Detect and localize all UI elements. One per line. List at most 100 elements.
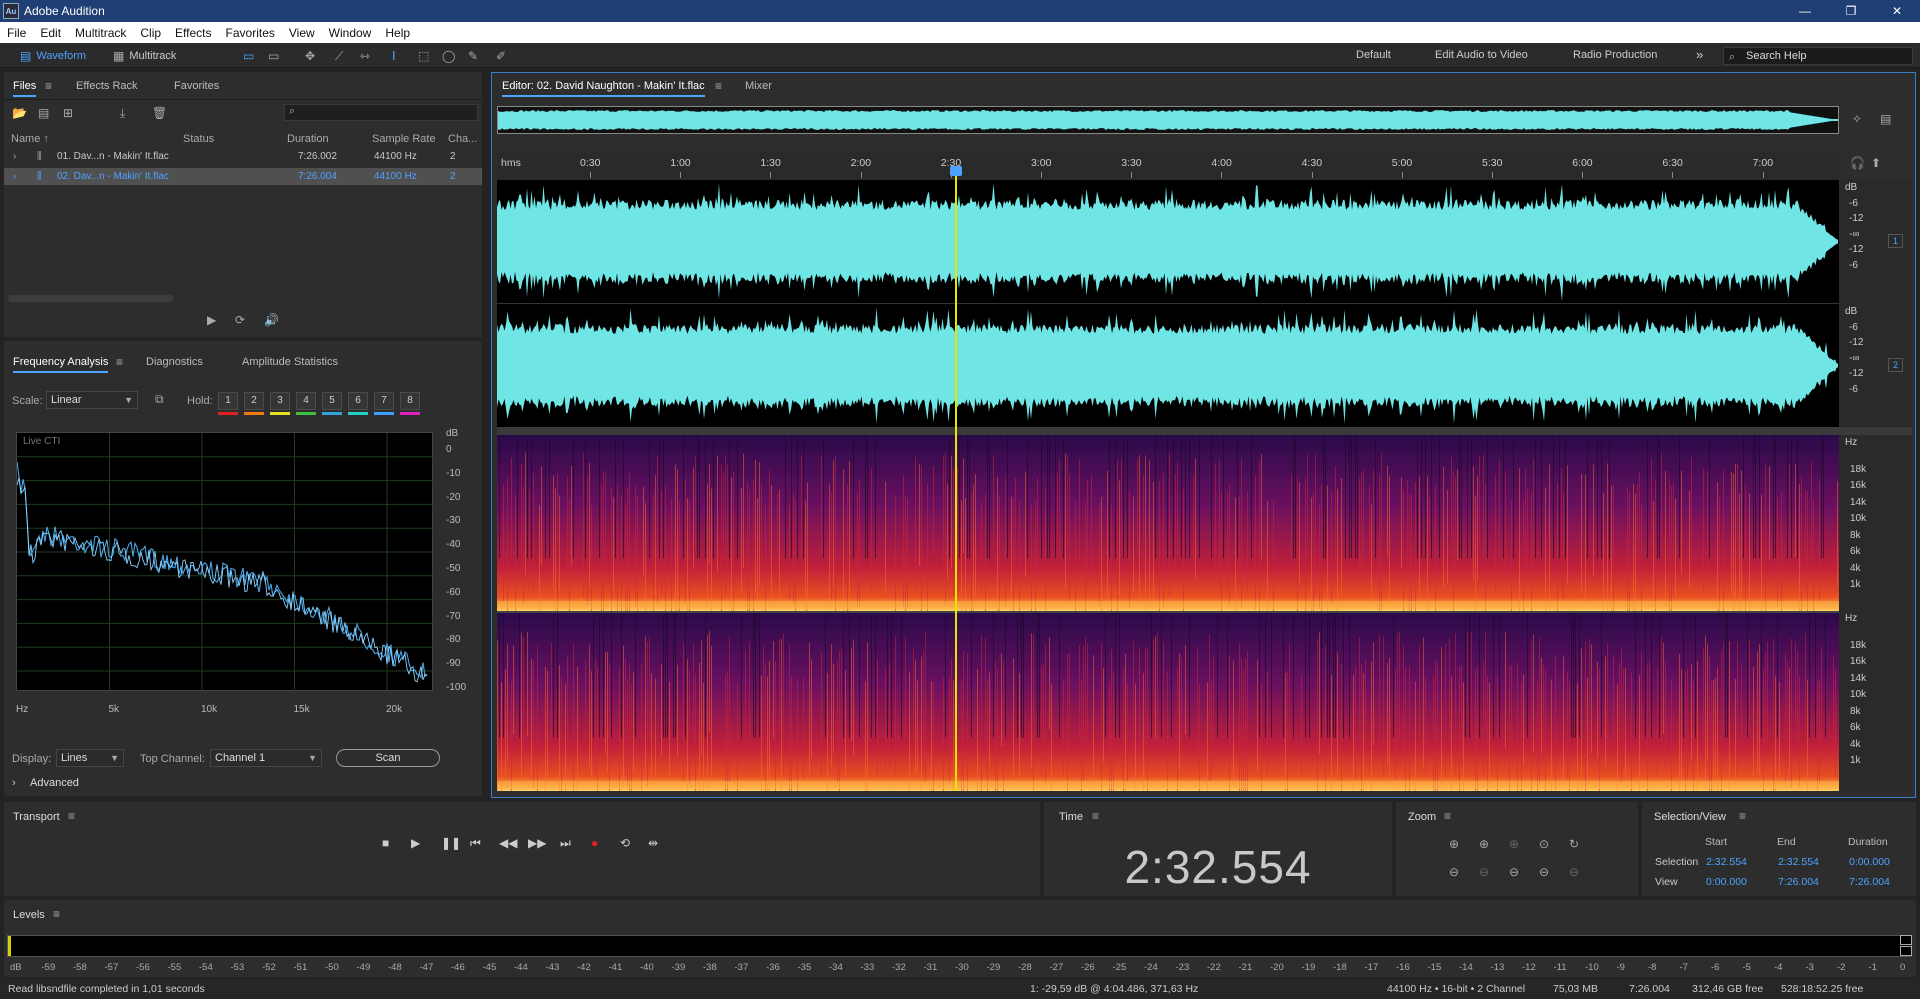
open-append-icon[interactable]: ▤ [38,107,49,119]
playhead-handle[interactable] [950,166,962,176]
selection-duration[interactable]: 0:00.000 [1849,856,1890,868]
play-icon[interactable]: ▶ [411,836,420,850]
column-sample-rate[interactable]: Sample Rate [372,133,436,145]
hold-button-8[interactable]: 8 [400,392,420,410]
display-dropdown[interactable]: Lines ▼ [56,749,124,767]
marquee-tool-icon[interactable]: ⬚ [418,50,429,62]
menu-clip[interactable]: Clip [133,26,168,40]
slip-tool-icon[interactable]: ⇿ [360,50,370,62]
scan-button[interactable]: Scan [336,749,440,767]
zoom-reset-icon[interactable]: ↻ [1569,838,1579,850]
view-duration[interactable]: 7:26.004 [1849,876,1890,888]
insert-multitrack-icon[interactable]: ⤓ [120,107,125,119]
loop-preview-icon[interactable]: ⟳ [235,314,245,326]
hold-button-4[interactable]: 4 [296,392,316,410]
menu-effects[interactable]: Effects [168,26,218,40]
clip-indicator-left[interactable] [1900,935,1912,945]
workspace-edit-audio-to-video[interactable]: Edit Audio to Video [1435,49,1528,61]
playhead[interactable] [955,168,957,791]
tab-files[interactable]: Files [13,80,37,97]
rewind-icon[interactable]: ◀◀ [499,836,517,850]
column-name[interactable]: Name ↑ [11,133,49,145]
panel-menu-icon[interactable]: ≡ [715,80,722,92]
time-selection-tool-icon[interactable]: Ⅰ [392,50,396,62]
pause-icon[interactable]: ❚❚ [441,836,461,850]
zoom-to-fit-icon[interactable]: ⊖ [1569,866,1579,878]
move-tool-icon[interactable]: ✥ [305,50,315,62]
tab-favorites[interactable]: Favorites [174,80,219,92]
zoom-in-time-icon[interactable]: ⊕ [1479,838,1489,850]
headphone-icon[interactable]: 🎧 [1850,157,1865,169]
panel-menu-icon[interactable]: ≡ [1739,810,1746,822]
panel-menu-icon[interactable]: ≡ [1444,810,1451,822]
menu-window[interactable]: Window [322,26,379,40]
top-channel-dropdown[interactable]: Channel 1 ▼ [210,749,322,767]
file-row-selected[interactable]: › ⫼ 02. Dav...n - Makin' It.flac 7:26.00… [4,168,482,185]
time-ruler[interactable] [497,152,1839,180]
channel-1-toggle[interactable]: 1 [1888,234,1903,248]
marker-pin-icon[interactable]: ⬆ [1871,157,1881,169]
lasso-tool-icon[interactable]: ◯ [442,50,455,62]
panel-menu-icon[interactable]: ≡ [45,80,52,92]
waveform-view-button[interactable]: ▤ Waveform [20,46,86,65]
panel-menu-icon[interactable]: ≡ [53,908,60,920]
hold-button-1[interactable]: 1 [218,392,238,410]
clip-indicator-right[interactable] [1900,946,1912,956]
fast-forward-icon[interactable]: ▶▶ [528,836,546,850]
skip-selection-icon[interactable]: ⇹ [648,836,658,850]
selection-start[interactable]: 2:32.554 [1706,856,1747,868]
stop-icon[interactable]: ■ [382,836,389,850]
copy-icon[interactable]: ⧉ [155,393,164,405]
panel-menu-icon[interactable]: ≡ [68,810,75,822]
hold-button-6[interactable]: 6 [348,392,368,410]
tab-diagnostics[interactable]: Diagnostics [146,356,203,368]
advanced-chevron-icon[interactable]: › [12,777,16,789]
open-file-icon[interactable]: 📂 [12,107,27,119]
menu-edit[interactable]: Edit [33,26,68,40]
waveform-display-icon[interactable]: ▭ [243,50,254,62]
spectral-display-icon[interactable]: ▭ [268,50,279,62]
minimize-button[interactable]: — [1782,0,1828,22]
record-icon[interactable]: ● [591,836,598,850]
loop-icon[interactable]: ⟲ [620,836,630,850]
search-help-input[interactable]: ⌕ Search Help [1723,47,1913,65]
menu-view[interactable]: View [282,26,322,40]
skip-start-icon[interactable]: ⏮ [470,836,481,851]
zoom-out-point-icon[interactable]: ⊖ [1539,866,1549,878]
razor-tool-icon[interactable]: ⟋ [335,50,343,62]
timeline-menu-icon[interactable]: ▤ [1880,113,1891,125]
column-duration[interactable]: Duration [287,133,329,145]
new-file-icon[interactable]: ⊞ [63,107,73,119]
tab-effects-rack[interactable]: Effects Rack [76,80,138,92]
tab-amplitude-statistics[interactable]: Amplitude Statistics [242,356,338,368]
workspace-default[interactable]: Default [1356,49,1391,61]
zoom-out-time-icon[interactable]: ⊖ [1479,866,1489,878]
advanced-toggle[interactable]: Advanced [30,777,79,789]
tab-mixer[interactable]: Mixer [745,80,772,92]
zoom-selection-icon[interactable]: ⊙ [1539,838,1549,850]
zoom-out-full-icon[interactable]: ⊖ [1509,866,1519,878]
multitrack-view-button[interactable]: ▦ Multitrack [113,46,176,65]
hold-button-7[interactable]: 7 [374,392,394,410]
channel-2-toggle[interactable]: 2 [1888,358,1903,372]
more-workspaces-icon[interactable]: » [1696,47,1703,62]
brush-tool-icon[interactable]: ✎ [468,50,478,62]
hold-button-3[interactable]: 3 [270,392,290,410]
spot-healing-tool-icon[interactable]: ✐ [496,50,506,62]
tab-editor[interactable]: Editor: 02. David Naughton - Makin' It.f… [502,80,705,97]
menu-favorites[interactable]: Favorites [219,26,282,40]
panel-menu-icon[interactable]: ≡ [116,356,123,368]
zoom-in-point-icon[interactable]: ⊕ [1509,838,1519,850]
column-channels[interactable]: Cha... [448,133,477,145]
files-scrollbar[interactable] [8,295,173,302]
auto-play-icon[interactable]: 🔊 [264,314,279,326]
waveform-display[interactable] [497,180,1839,427]
menu-multitrack[interactable]: Multitrack [68,26,133,40]
workspace-radio-production[interactable]: Radio Production [1573,49,1657,61]
selection-end[interactable]: 2:32.554 [1778,856,1819,868]
scale-dropdown[interactable]: Linear ▼ [46,391,138,409]
file-row[interactable]: › ⫼ 01. Dav...n - Makin' It.flac 7:26.00… [4,148,482,165]
zoom-in-amplitude-icon[interactable]: ⊕ [1449,838,1459,850]
close-button[interactable]: ✕ [1874,0,1920,22]
overview-navigator[interactable] [497,106,1839,134]
